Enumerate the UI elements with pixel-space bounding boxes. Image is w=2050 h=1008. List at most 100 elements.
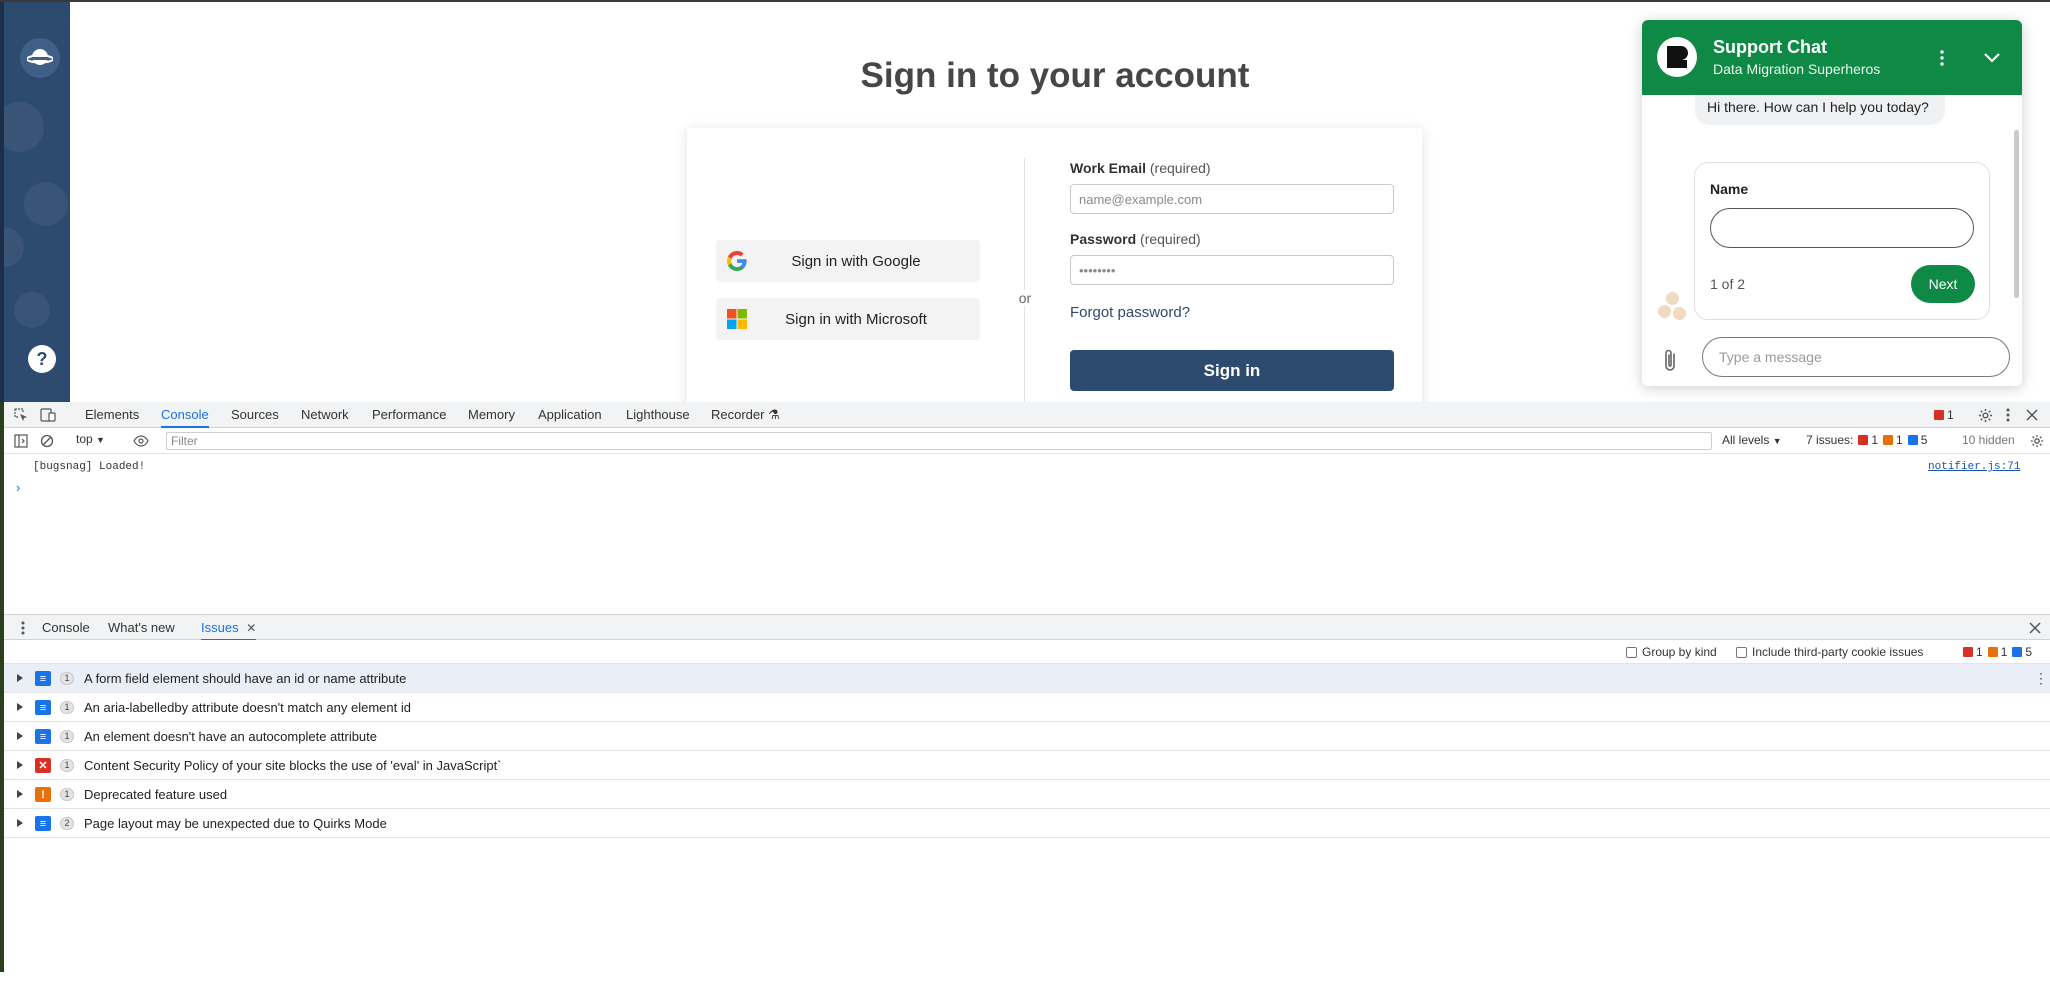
tab-performance[interactable]: Performance	[372, 402, 446, 428]
warning-badge-icon	[1883, 435, 1894, 445]
issue-title: A form field element should have an id o…	[84, 671, 407, 686]
console-log-source-link[interactable]: notifier.js:71	[1928, 461, 2020, 473]
context-selector[interactable]: top ▼	[76, 432, 105, 446]
more-options-icon[interactable]	[1999, 406, 2017, 424]
issues-toolbar: Group by kind Include third-party cookie…	[4, 640, 2050, 664]
chat-more-icon[interactable]	[1932, 44, 1952, 72]
info-badge-icon	[2012, 647, 2023, 657]
drawer-tab-console[interactable]: Console	[42, 615, 90, 641]
issue-row[interactable]: ✕ 1 Content Security Policy of your site…	[4, 751, 2050, 780]
gear-icon[interactable]	[1976, 406, 1994, 424]
microsoft-signin-label: Sign in with Microsoft	[785, 310, 927, 328]
drawer-menu-icon[interactable]	[14, 619, 32, 637]
issues-warning-count: 1	[2000, 645, 2008, 659]
chat-scrollbar[interactable]	[2014, 130, 2019, 298]
chat-name-input[interactable]	[1710, 208, 1974, 248]
log-levels-dropdown[interactable]: All levels ▼	[1722, 433, 1782, 447]
tab-elements[interactable]: Elements	[85, 402, 139, 428]
close-tab-icon[interactable]: ✕	[246, 621, 256, 635]
third-party-cookie-checkbox[interactable]: Include third-party cookie issues	[1736, 645, 1923, 659]
expand-triangle-icon[interactable]	[17, 703, 23, 711]
error-issue-icon: ✕	[35, 758, 51, 773]
drawer-tab-issues[interactable]: Issues ✕	[201, 615, 257, 641]
issue-more-icon[interactable]: ⋮	[2034, 670, 2048, 687]
expand-triangle-icon[interactable]	[17, 761, 23, 769]
flask-icon: ⚗	[768, 407, 780, 422]
checkbox-box[interactable]	[1626, 646, 1637, 658]
error-counter[interactable]: 1	[1929, 408, 1954, 422]
signin-button[interactable]: Sign in	[1070, 350, 1394, 391]
google-signin-button[interactable]: Sign in with Google	[716, 240, 980, 282]
third-party-cookie-label: Include third-party cookie issues	[1752, 645, 1924, 659]
left-rail: ?	[0, 2, 70, 402]
chat-next-button[interactable]: Next	[1911, 265, 1975, 303]
chat-message-input[interactable]	[1702, 337, 2010, 377]
close-drawer-icon[interactable]	[2026, 619, 2044, 637]
console-output: [bugsnag] Loaded! notifier.js:71 ›	[4, 454, 2050, 614]
issues-list: ≡ 1 A form field element should have an …	[4, 664, 2050, 838]
microsoft-icon	[726, 308, 748, 330]
expand-triangle-icon[interactable]	[17, 790, 23, 798]
inspect-element-icon[interactable]	[12, 406, 30, 424]
group-by-kind-checkbox[interactable]: Group by kind	[1626, 645, 1717, 659]
issue-title: An aria-labelledby attribute doesn't mat…	[84, 700, 411, 715]
microsoft-signin-button[interactable]: Sign in with Microsoft	[716, 298, 980, 340]
info-issue-icon: ≡	[35, 671, 51, 686]
info-issue-icon: ≡	[35, 729, 51, 744]
issue-row[interactable]: ≡ 1 An element doesn't have an autocompl…	[4, 722, 2050, 751]
tab-recorder[interactable]: Recorder ⚗	[711, 402, 780, 428]
tab-lighthouse[interactable]: Lighthouse	[626, 402, 690, 428]
error-badge-icon	[1858, 435, 1869, 445]
error-badge-icon	[1934, 410, 1944, 420]
issue-title: Content Security Policy of your site blo…	[84, 758, 502, 773]
tab-application[interactable]: Application	[538, 402, 602, 428]
tab-memory[interactable]: Memory	[468, 402, 515, 428]
drawer-tab-whats-new[interactable]: What's new	[108, 615, 175, 641]
error-badge-icon	[1963, 647, 1973, 657]
console-filter-input[interactable]	[166, 432, 1712, 450]
issue-count: 1	[60, 788, 74, 801]
bottom-strip	[0, 972, 2050, 1008]
tab-recorder-label: Recorder	[711, 407, 765, 422]
forgot-password-link[interactable]: Forgot password?	[1070, 304, 1190, 321]
google-signin-label: Sign in with Google	[791, 252, 921, 270]
or-separator: or	[1014, 290, 1036, 306]
issues-summary[interactable]: 7 issues: 1 1 5	[1806, 433, 1927, 447]
password-label: Password (required)	[1070, 231, 1201, 247]
expand-triangle-icon[interactable]	[17, 674, 23, 682]
chat-name-form: Name 1 of 2 Next	[1694, 162, 1990, 320]
chevron-down-icon[interactable]	[1980, 46, 2004, 70]
context-value: top	[76, 432, 93, 446]
page-viewport: ? Sign in to your account Sign in with G…	[0, 0, 2050, 402]
sidebar-toggle-icon[interactable]	[12, 432, 30, 450]
hidden-count: 10 hidden	[1962, 433, 2015, 447]
issue-row[interactable]: ≡ 2 Page layout may be unexpected due to…	[4, 809, 2050, 838]
expand-triangle-icon[interactable]	[17, 732, 23, 740]
issue-row[interactable]: ! 1 Deprecated feature used	[4, 780, 2050, 809]
eye-icon[interactable]	[132, 432, 150, 450]
agent-avatars	[1657, 291, 1689, 325]
device-toolbar-icon[interactable]	[39, 406, 57, 424]
expand-triangle-icon[interactable]	[17, 819, 23, 827]
tab-network[interactable]: Network	[301, 402, 349, 428]
issue-row[interactable]: ≡ 1 A form field element should have an …	[4, 664, 2050, 693]
close-icon[interactable]	[2023, 406, 2041, 424]
email-field[interactable]	[1070, 184, 1394, 214]
help-icon[interactable]: ?	[28, 345, 56, 373]
issues-info-count: 5	[1920, 433, 1928, 447]
tab-console[interactable]: Console	[161, 402, 209, 428]
log-levels-value: All levels	[1722, 433, 1770, 447]
checkbox-box[interactable]	[1736, 646, 1747, 658]
clear-console-icon[interactable]	[38, 432, 56, 450]
issue-title: An element doesn't have an autocomplete …	[84, 729, 378, 744]
tab-sources[interactable]: Sources	[231, 402, 279, 428]
app-logo-icon[interactable]	[20, 38, 60, 78]
password-field[interactable]	[1070, 255, 1394, 285]
issue-row[interactable]: ≡ 1 An aria-labelledby attribute doesn't…	[4, 693, 2050, 722]
issue-title: Deprecated feature used	[84, 787, 228, 802]
chat-form-step: 1 of 2	[1710, 276, 1746, 292]
console-prompt[interactable]: ›	[16, 480, 20, 495]
paperclip-icon[interactable]	[1662, 348, 1680, 374]
console-settings-gear-icon[interactable]	[2028, 432, 2046, 450]
issues-info-count: 5	[2025, 645, 2033, 659]
